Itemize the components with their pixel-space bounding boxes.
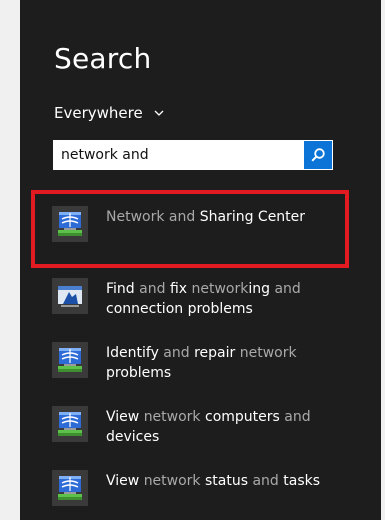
network-globe-icon	[58, 412, 82, 436]
result-label-part: tasks	[278, 473, 321, 489]
desktop-background-left	[0, 0, 20, 520]
result-label-part: and	[252, 473, 279, 489]
result-label-part: network	[143, 409, 201, 425]
magnifier-icon	[311, 148, 325, 162]
result-label-part: Network	[106, 209, 165, 225]
result-label: Find and fix networking and connection p…	[106, 278, 346, 319]
network-globe-icon	[58, 476, 82, 500]
result-icon-slot	[52, 278, 88, 314]
result-label-part: View	[106, 409, 144, 425]
result-icon-slot	[52, 206, 88, 242]
result-icon-slot	[52, 470, 88, 506]
result-label-part: problems	[106, 365, 172, 381]
result-label-part: ing	[248, 281, 271, 297]
network-globe-icon	[58, 212, 82, 236]
result-label-part: network	[143, 473, 201, 489]
result-label: View network status and tasks	[106, 470, 346, 491]
result-label-part: devices	[106, 429, 160, 445]
result-label-part: View	[106, 473, 144, 489]
result-find-fix-networking[interactable]: Find and fix networking and connection p…	[52, 278, 352, 319]
search-button[interactable]	[304, 141, 332, 169]
result-label-part: Find	[106, 281, 135, 297]
result-label-part: computers	[200, 409, 285, 425]
result-label-part: and	[158, 345, 195, 361]
result-label-part: and	[164, 209, 200, 225]
result-label: Network and Sharing Center	[106, 206, 346, 227]
result-view-network-status[interactable]: View network status and tasks	[52, 470, 352, 506]
result-label-part: status	[200, 473, 253, 489]
search-title: Search	[54, 42, 152, 75]
troubleshoot-network-icon	[58, 286, 82, 307]
desktop-background-right	[381, 0, 385, 520]
result-label-part: Identify	[106, 345, 159, 361]
result-label-part: and	[134, 281, 170, 297]
search-box	[53, 140, 333, 170]
result-identify-repair-network[interactable]: Identify and repair network problems	[52, 342, 352, 383]
result-label-part: network	[239, 345, 297, 361]
result-label: Identify and repair network problems	[106, 342, 346, 383]
search-charm-pane: Search Everywhere Network and Sharing Ce…	[20, 0, 381, 520]
result-label: View network computers and devices	[106, 406, 346, 447]
result-label-part: repair	[194, 345, 240, 361]
result-label-part: and	[284, 409, 311, 425]
result-icon-slot	[52, 406, 88, 442]
result-icon-slot	[52, 342, 88, 378]
search-input[interactable]	[53, 140, 305, 170]
result-label-part: and	[270, 281, 301, 297]
result-label-part: network	[191, 281, 249, 297]
result-label-part: fix	[169, 281, 192, 297]
result-label-part: Sharing Center	[199, 209, 306, 225]
result-label-part: connection problems	[106, 301, 253, 317]
chevron-down-icon	[154, 110, 164, 116]
search-scope-dropdown[interactable]: Everywhere	[54, 104, 165, 122]
result-view-network-computers[interactable]: View network computers and devices	[52, 406, 352, 447]
network-globe-icon	[58, 348, 82, 372]
search-scope-label: Everywhere	[54, 104, 143, 122]
result-network-sharing-center[interactable]: Network and Sharing Center	[52, 206, 352, 242]
